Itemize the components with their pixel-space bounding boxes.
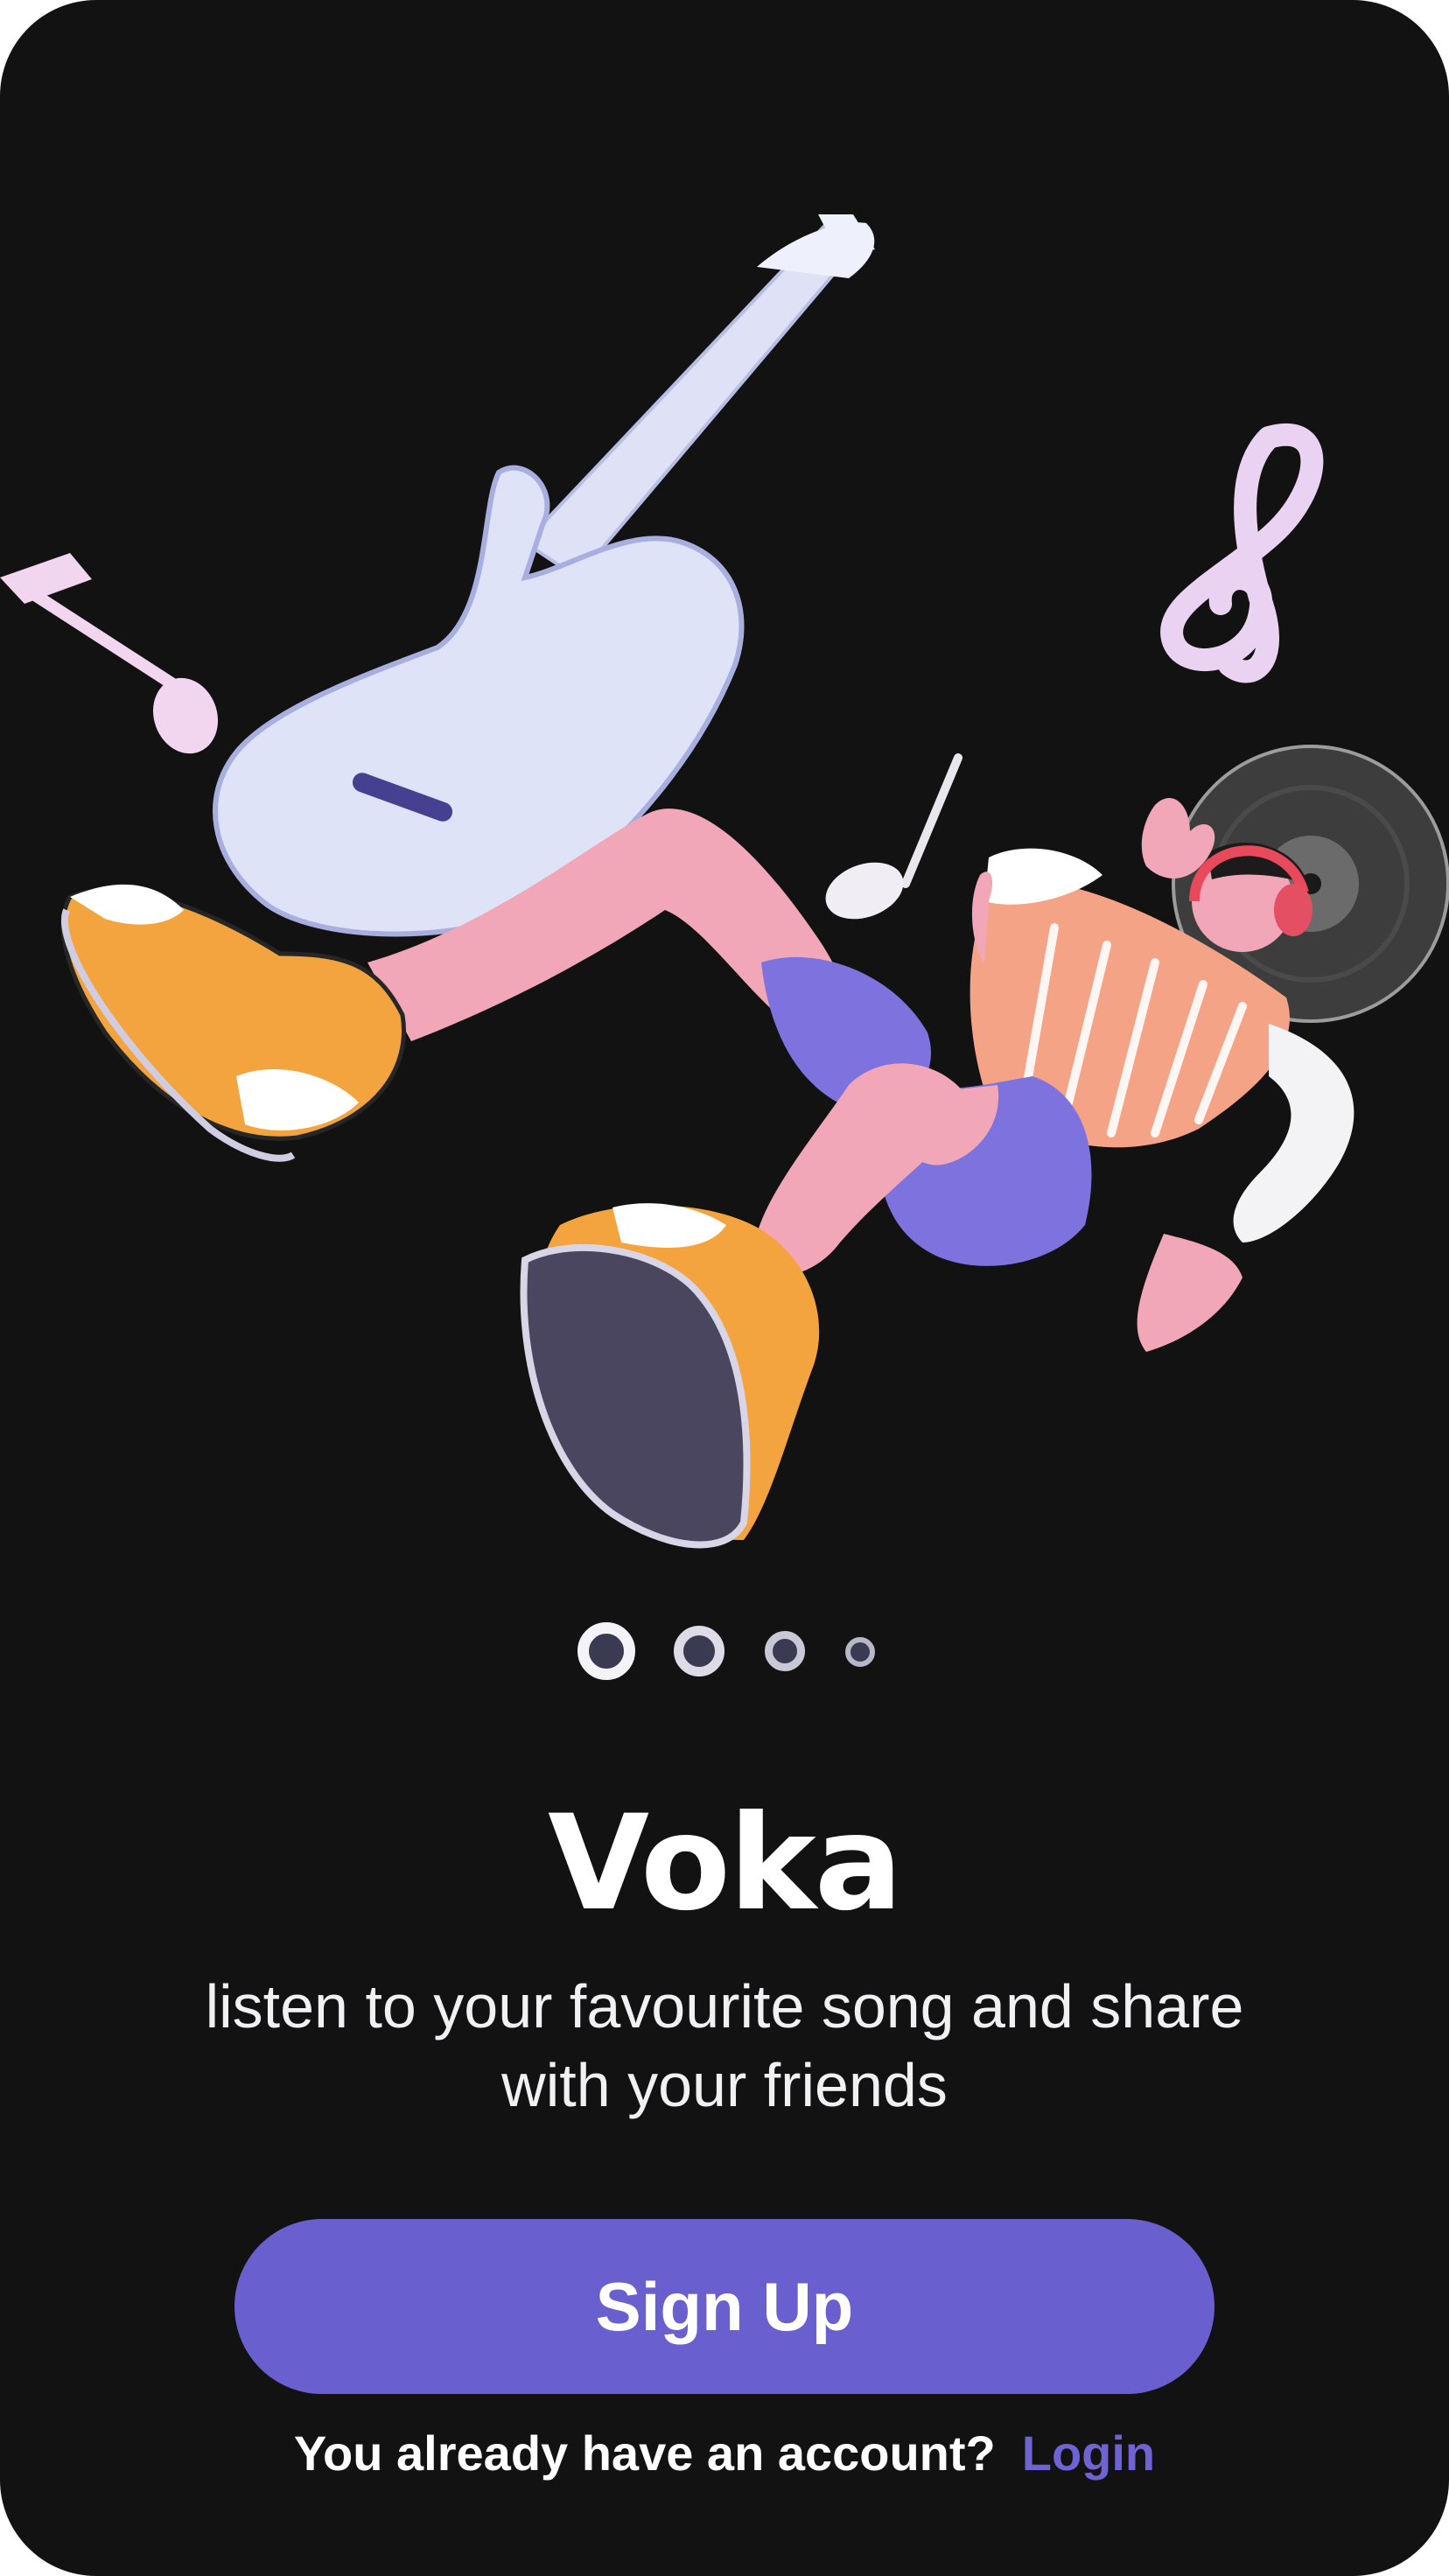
music-note-icon <box>0 553 219 754</box>
pagination-dots <box>0 1620 1449 1682</box>
character-leg <box>752 1063 1092 1276</box>
onboarding-screen: Voka listen to your favourite song and s… <box>0 0 1449 2576</box>
guitar-icon <box>213 214 875 937</box>
treble-clef-icon <box>1160 423 1324 683</box>
page-dot-4[interactable] <box>845 1637 875 1667</box>
page-dot-3[interactable] <box>765 1631 805 1671</box>
login-row: You already have an account? Login <box>0 2422 1449 2483</box>
page-dot-2[interactable] <box>674 1626 724 1676</box>
signup-button[interactable]: Sign Up <box>234 2219 1214 2394</box>
music-note-icon <box>825 753 962 920</box>
app-title: Voka <box>548 1788 903 1940</box>
page-dot-1[interactable] <box>578 1622 635 1680</box>
shoe <box>520 1203 820 1549</box>
login-prompt: You already have an account? <box>293 2425 996 2481</box>
hero-illustration <box>0 214 1449 1549</box>
login-link[interactable]: Login <box>1022 2425 1155 2482</box>
app-tagline: listen to your favourite song and share … <box>205 1972 1244 2119</box>
